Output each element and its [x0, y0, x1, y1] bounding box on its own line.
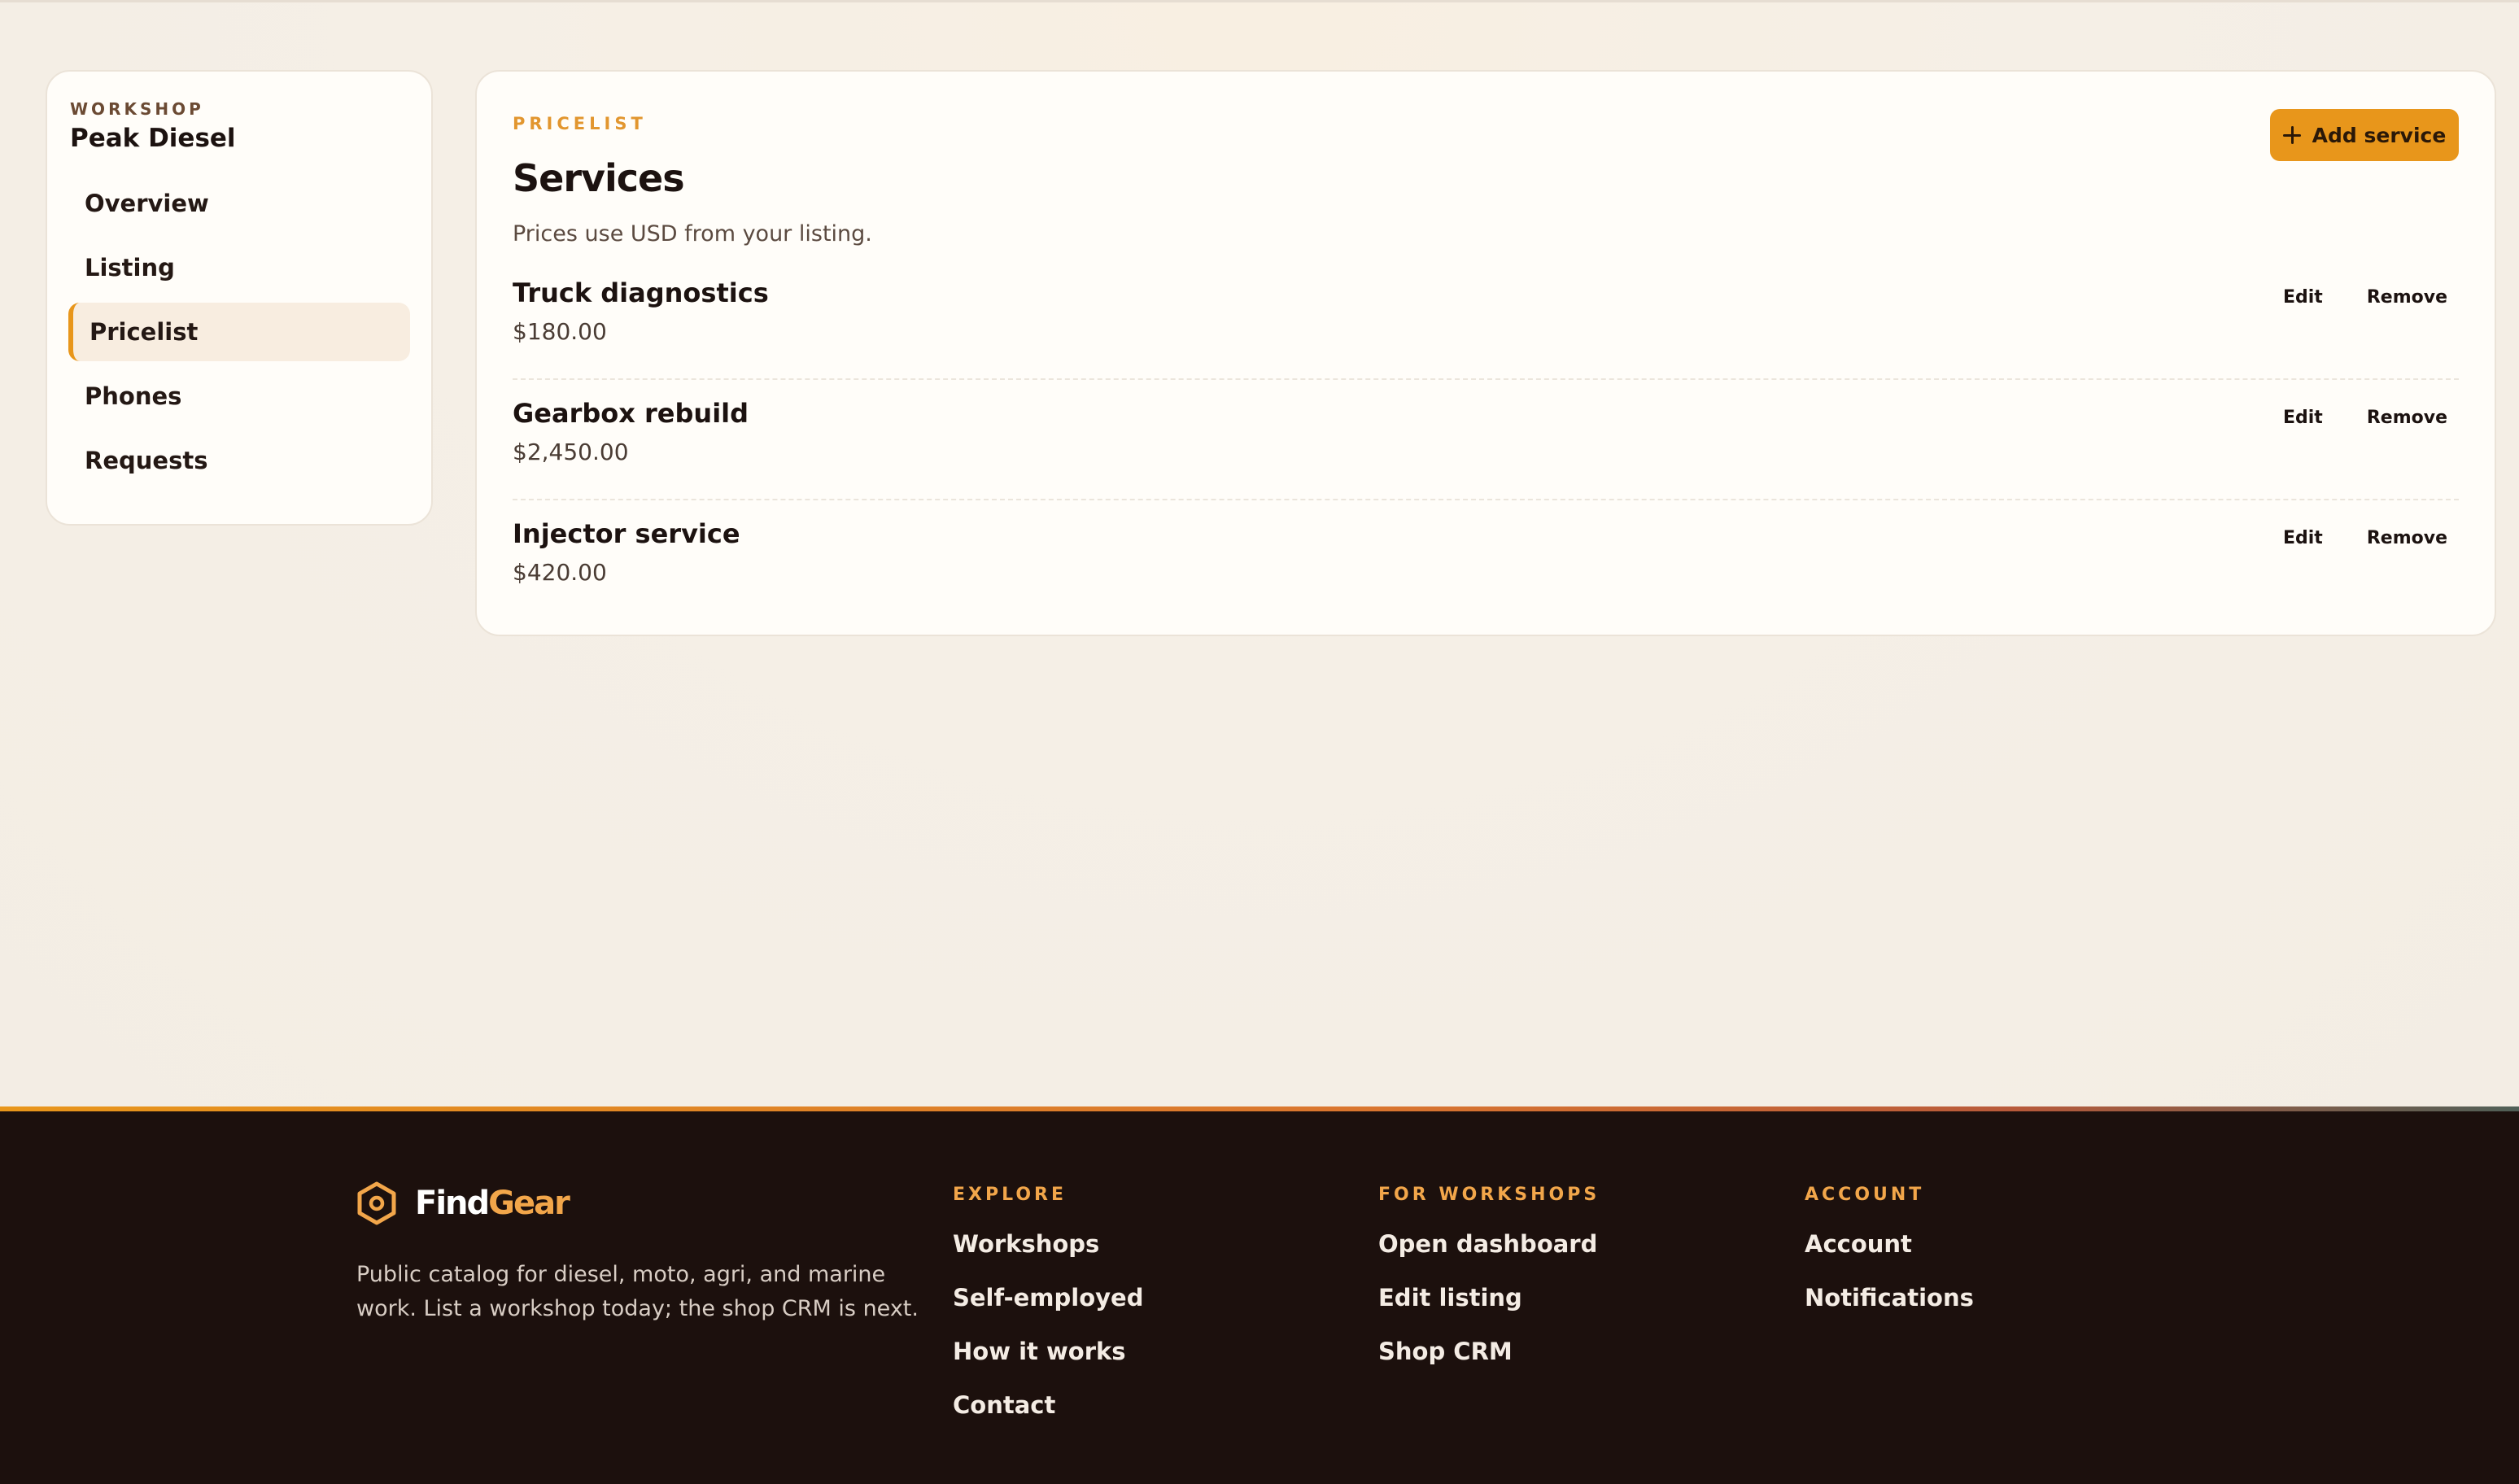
sidebar-item-pricelist[interactable]: Pricelist	[68, 303, 410, 361]
plus-icon	[2282, 126, 2301, 144]
footer-column-account: ACCOUNT Account Notifications	[1805, 1185, 1974, 1335]
edit-service-button[interactable]: Edit	[2283, 287, 2323, 308]
footer-heading-account: ACCOUNT	[1805, 1185, 1925, 1205]
pricelist-card: PRICELIST Services Prices use USD from y…	[475, 70, 2496, 636]
service-name: Injector service	[513, 518, 740, 549]
remove-service-button[interactable]: Remove	[2367, 287, 2447, 308]
page-subtitle: Prices use USD from your listing.	[513, 221, 872, 247]
workshop-name: Peak Diesel	[70, 124, 236, 153]
service-name: Truck diagnostics	[513, 277, 769, 308]
add-service-button[interactable]: Add service	[2270, 109, 2459, 161]
brand-name: FindGear	[415, 1185, 570, 1222]
footer-link-shop-crm[interactable]: Shop CRM	[1378, 1335, 1600, 1389]
service-actions: Edit Remove	[2283, 287, 2447, 308]
sidebar-eyebrow: WORKSHOP	[70, 99, 204, 119]
footer-heading-explore: EXPLORE	[953, 1185, 1067, 1205]
footer-tagline: Public catalog for diesel, moto, agri, a…	[356, 1262, 919, 1321]
footer-link-open-dashboard[interactable]: Open dashboard	[1378, 1228, 1600, 1281]
section-eyebrow: PRICELIST	[513, 114, 647, 133]
footer-links-account: Account Notifications	[1805, 1228, 1974, 1335]
sidebar-nav: Overview Listing Pricelist Phones Reques…	[68, 174, 410, 490]
service-actions: Edit Remove	[2283, 408, 2447, 428]
footer-link-how-it-works[interactable]: How it works	[953, 1335, 1143, 1389]
sidebar-item-listing[interactable]: Listing	[68, 238, 410, 297]
sidebar-item-overview[interactable]: Overview	[68, 174, 410, 233]
workshop-sidebar: WORKSHOP Peak Diesel Overview Listing Pr…	[46, 70, 433, 526]
footer-link-workshops[interactable]: Workshops	[953, 1228, 1143, 1281]
footer-links-explore: Workshops Self-employed How it works Con…	[953, 1228, 1143, 1443]
site-footer: FindGear Public catalog for diesel, moto…	[0, 1111, 2519, 1484]
service-row: Gearbox rebuild $2,450.00 Edit Remove	[513, 380, 2459, 500]
edit-service-button[interactable]: Edit	[2283, 408, 2323, 428]
remove-service-button[interactable]: Remove	[2367, 528, 2447, 548]
service-name: Gearbox rebuild	[513, 398, 749, 429]
brand-name-first: Find	[415, 1185, 490, 1222]
footer-link-edit-listing[interactable]: Edit listing	[1378, 1281, 1600, 1335]
edit-service-button[interactable]: Edit	[2283, 528, 2323, 548]
footer-link-self-employed[interactable]: Self-employed	[953, 1281, 1143, 1335]
footer-column-explore: EXPLORE Workshops Self-employed How it w…	[953, 1185, 1143, 1443]
hexagon-logo-icon	[357, 1181, 396, 1225]
service-price: $420.00	[513, 559, 607, 586]
service-row: Injector service $420.00 Edit Remove	[513, 500, 2459, 621]
brand-logo[interactable]: FindGear	[356, 1181, 570, 1225]
service-price: $180.00	[513, 318, 607, 345]
sidebar-item-phones[interactable]: Phones	[68, 367, 410, 426]
brand-name-second: Gear	[488, 1185, 570, 1222]
footer-link-account[interactable]: Account	[1805, 1228, 1974, 1281]
page-title: Services	[513, 156, 685, 200]
sidebar-item-requests[interactable]: Requests	[68, 431, 410, 490]
footer-heading-for-workshops: FOR WORKSHOPS	[1378, 1185, 1600, 1205]
add-service-label: Add service	[2312, 123, 2447, 147]
service-actions: Edit Remove	[2283, 528, 2447, 548]
footer-link-contact[interactable]: Contact	[953, 1389, 1143, 1443]
remove-service-button[interactable]: Remove	[2367, 408, 2447, 428]
footer-links-for-workshops: Open dashboard Edit listing Shop CRM	[1378, 1228, 1600, 1389]
service-row: Truck diagnostics $180.00 Edit Remove	[513, 260, 2459, 380]
services-list: Truck diagnostics $180.00 Edit Remove Ge…	[513, 260, 2459, 621]
footer-link-notifications[interactable]: Notifications	[1805, 1281, 1974, 1335]
footer-column-for-workshops: FOR WORKSHOPS Open dashboard Edit listin…	[1378, 1185, 1600, 1389]
service-price: $2,450.00	[513, 439, 629, 465]
